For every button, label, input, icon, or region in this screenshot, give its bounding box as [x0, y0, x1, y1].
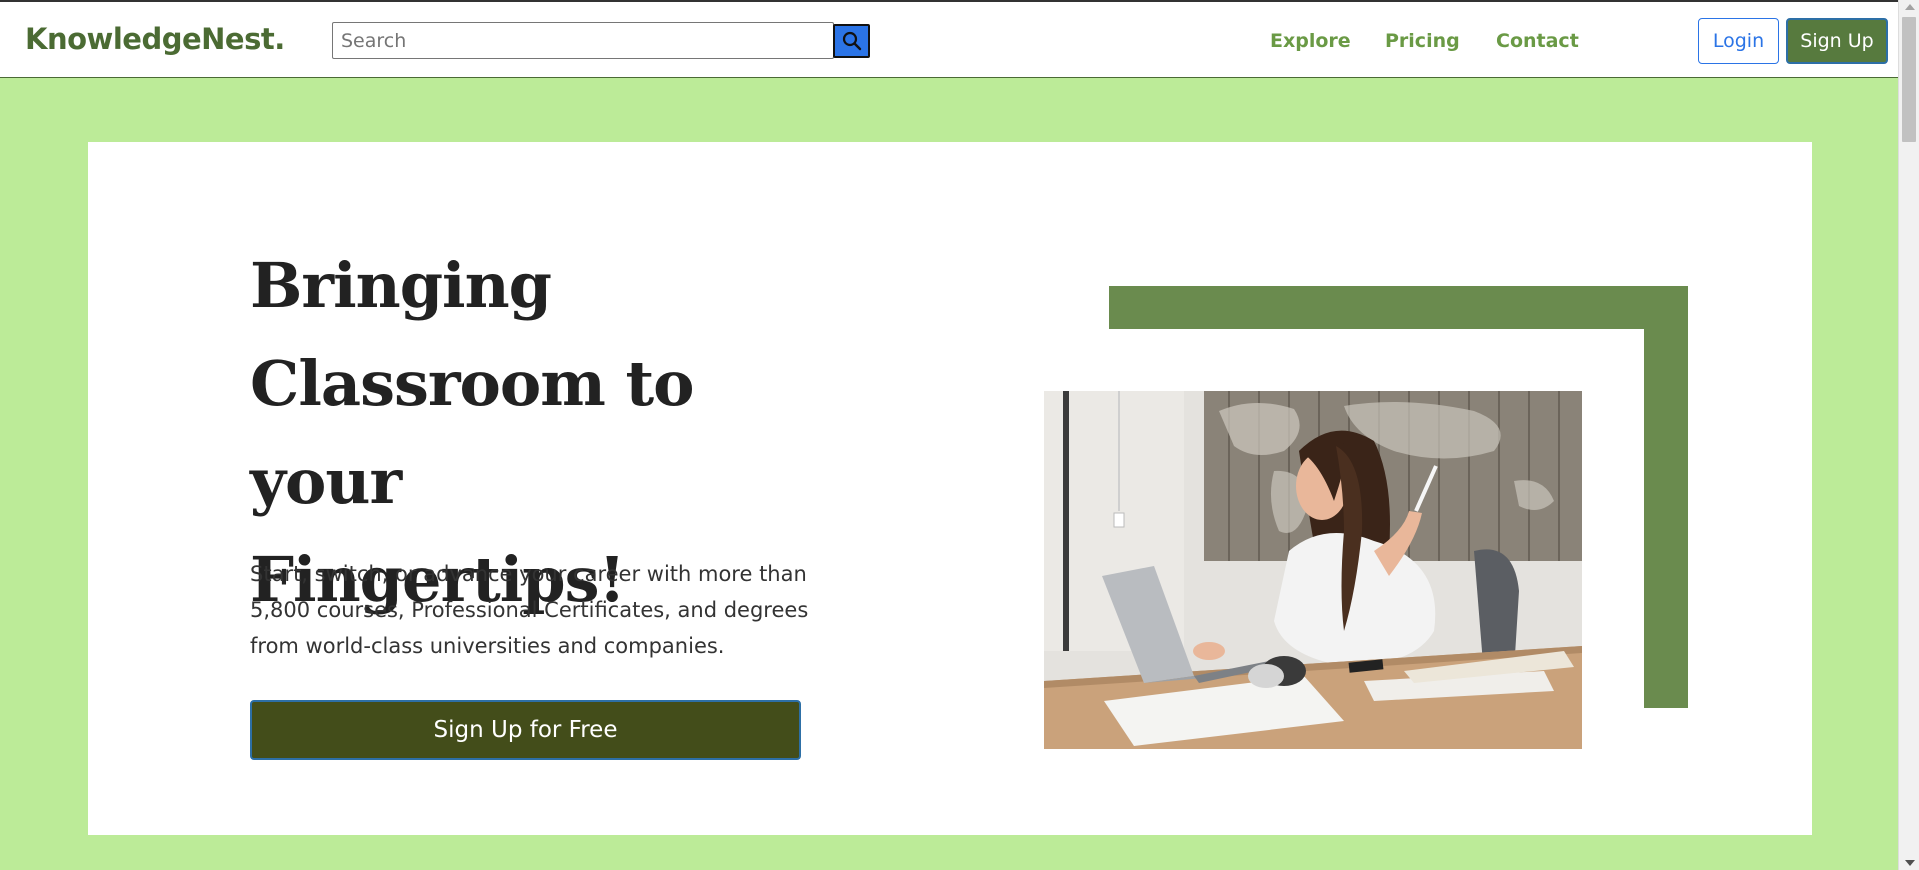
- search-input[interactable]: [332, 22, 834, 59]
- hero-description-line: Start, switch, or advance your career wi…: [250, 562, 807, 586]
- vertical-scrollbar[interactable]: [1898, 0, 1919, 870]
- hero-description-line: from world-class universities and compan…: [250, 634, 725, 658]
- scroll-up-arrow-icon[interactable]: [1905, 4, 1915, 10]
- search-icon: [842, 31, 861, 51]
- hero-description: Start, switch, or advance your career wi…: [250, 556, 810, 664]
- decorative-frame-top: [1109, 286, 1688, 329]
- signup-free-button[interactable]: Sign Up for Free: [250, 700, 801, 760]
- nav-link-explore[interactable]: Explore: [1270, 30, 1351, 52]
- scroll-down-arrow-icon[interactable]: [1905, 860, 1915, 866]
- signup-button[interactable]: Sign Up: [1786, 18, 1888, 64]
- hero-title-line: Classroom to your: [250, 347, 694, 518]
- hero-image-student-laptop: [1044, 391, 1582, 749]
- hero-photo: [1044, 391, 1582, 749]
- hero-title-line: Bringing: [250, 249, 552, 322]
- navbar: KnowledgeNest. Explore Pricing Contact L…: [0, 0, 1898, 78]
- brand-logo[interactable]: KnowledgeNest.: [25, 22, 285, 56]
- decorative-frame-right: [1644, 286, 1688, 708]
- nav-link-contact[interactable]: Contact: [1496, 30, 1579, 52]
- search-button[interactable]: [833, 24, 870, 58]
- login-button[interactable]: Login: [1698, 18, 1779, 64]
- hero-description-line: 5,800 courses, Professional Certificates…: [250, 598, 809, 622]
- scrollbar-thumb[interactable]: [1902, 17, 1916, 142]
- hero-section: Bringing Classroom to your Fingertips! S…: [88, 142, 1812, 835]
- nav-link-pricing[interactable]: Pricing: [1385, 30, 1460, 52]
